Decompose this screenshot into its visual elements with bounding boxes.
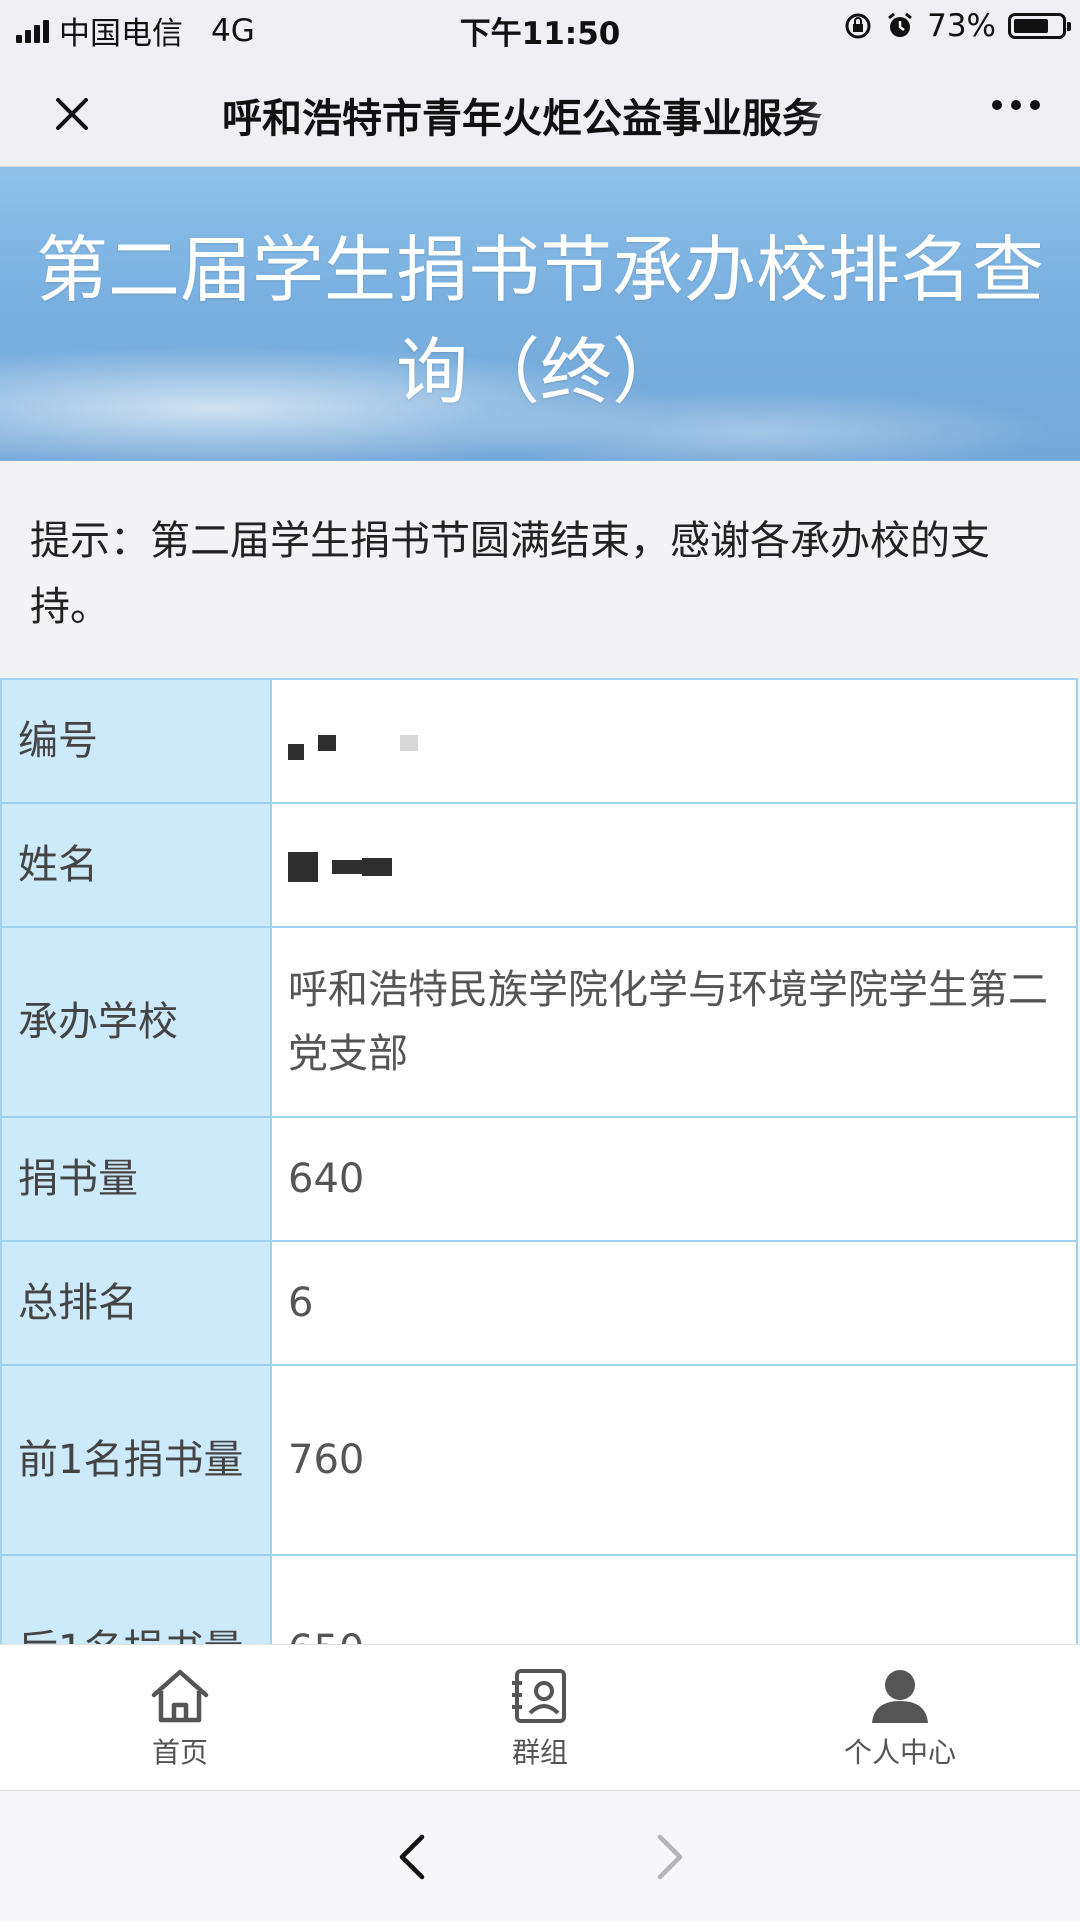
tab-home[interactable]: 首页 xyxy=(80,1667,280,1771)
more-button[interactable] xyxy=(992,100,1040,110)
title-bar: 呼和浩特市青年火炬公益事业服务 xyxy=(0,56,1080,167)
more-dot-icon xyxy=(992,100,1002,110)
table-row-rank: 总排名 6 xyxy=(0,1240,1078,1366)
tab-label: 个人中心 xyxy=(843,1736,956,1769)
close-button[interactable] xyxy=(42,84,102,144)
info-table-container[interactable]: 编号 姓名 承办学校 呼和浩特民族学院化学与环境学院学生第二党支部 捐书量 64… xyxy=(0,678,1080,1644)
forward-button[interactable] xyxy=(652,1831,688,1883)
status-bar: 中国电信 4G 下午11:50 73% xyxy=(0,0,1080,56)
row-value-redacted xyxy=(270,678,1078,804)
redacted-block xyxy=(318,735,336,751)
row-label: 后1名捐书量 xyxy=(0,1554,272,1644)
table-row-name: 姓名 xyxy=(0,802,1078,928)
row-label: 前1名捐书量 xyxy=(0,1364,272,1556)
rotation-lock-icon xyxy=(845,13,871,39)
more-dot-icon xyxy=(1030,100,1040,110)
tab-group[interactable]: 群组 xyxy=(440,1667,640,1771)
redacted-block xyxy=(288,744,304,760)
tab-label: 首页 xyxy=(151,1736,208,1769)
battery-icon xyxy=(1008,13,1071,39)
row-label: 编号 xyxy=(0,678,272,804)
battery-fill xyxy=(1014,19,1048,33)
redacted-block xyxy=(288,852,318,882)
more-dot-icon xyxy=(1011,100,1021,110)
browser-nav-bar xyxy=(0,1790,1080,1921)
close-icon xyxy=(56,98,88,130)
info-table: 编号 姓名 承办学校 呼和浩特民族学院化学与环境学院学生第二党支部 捐书量 64… xyxy=(0,678,1078,1644)
table-row-donation-count: 捐书量 640 xyxy=(0,1116,1078,1242)
home-icon xyxy=(151,1669,209,1723)
chevron-left-icon xyxy=(399,1834,425,1880)
row-label: 承办学校 xyxy=(0,926,272,1118)
notice-text: 提示：第二届学生捐书节圆满结束，感谢各承办校的支持。 xyxy=(30,518,990,630)
row-label: 姓名 xyxy=(0,802,272,928)
redacted-block xyxy=(400,735,418,751)
back-button[interactable] xyxy=(394,1831,430,1883)
tab-bar: 首页 群组 个人中心 xyxy=(0,1644,1080,1791)
chevron-right-icon xyxy=(657,1834,683,1880)
row-value: 呼和浩特民族学院化学与环境学院学生第二党支部 xyxy=(270,926,1078,1118)
row-value: 6 xyxy=(270,1240,1078,1366)
alarm-icon xyxy=(888,12,913,37)
table-row-next: 后1名捐书量 650 xyxy=(0,1554,1078,1644)
row-label: 捐书量 xyxy=(0,1116,272,1242)
tab-profile[interactable]: 个人中心 xyxy=(800,1667,1000,1771)
battery-percent: 73% xyxy=(927,8,996,44)
header-banner: 第二届学生捐书节承办校排名查询（终） xyxy=(0,167,1080,461)
redacted-block xyxy=(362,858,392,876)
group-icon xyxy=(512,1669,566,1723)
row-value-redacted xyxy=(270,802,1078,928)
row-value: 760 xyxy=(270,1364,1078,1556)
row-label: 总排名 xyxy=(0,1240,272,1366)
row-value: 650 xyxy=(270,1554,1078,1644)
table-row-school: 承办学校 呼和浩特民族学院化学与环境学院学生第二党支部 xyxy=(0,926,1078,1118)
tab-label: 群组 xyxy=(511,1736,568,1769)
status-right: 73% xyxy=(843,8,1071,44)
page-title: 呼和浩特市青年火炬公益事业服务 xyxy=(222,96,822,140)
user-icon xyxy=(872,1670,928,1723)
redacted-block xyxy=(332,860,362,874)
row-value: 640 xyxy=(270,1116,1078,1242)
table-row-prev: 前1名捐书量 760 xyxy=(0,1364,1078,1556)
banner-title: 第二届学生捐书节承办校排名查询（终） xyxy=(35,228,1044,414)
table-row-id: 编号 xyxy=(0,678,1078,804)
